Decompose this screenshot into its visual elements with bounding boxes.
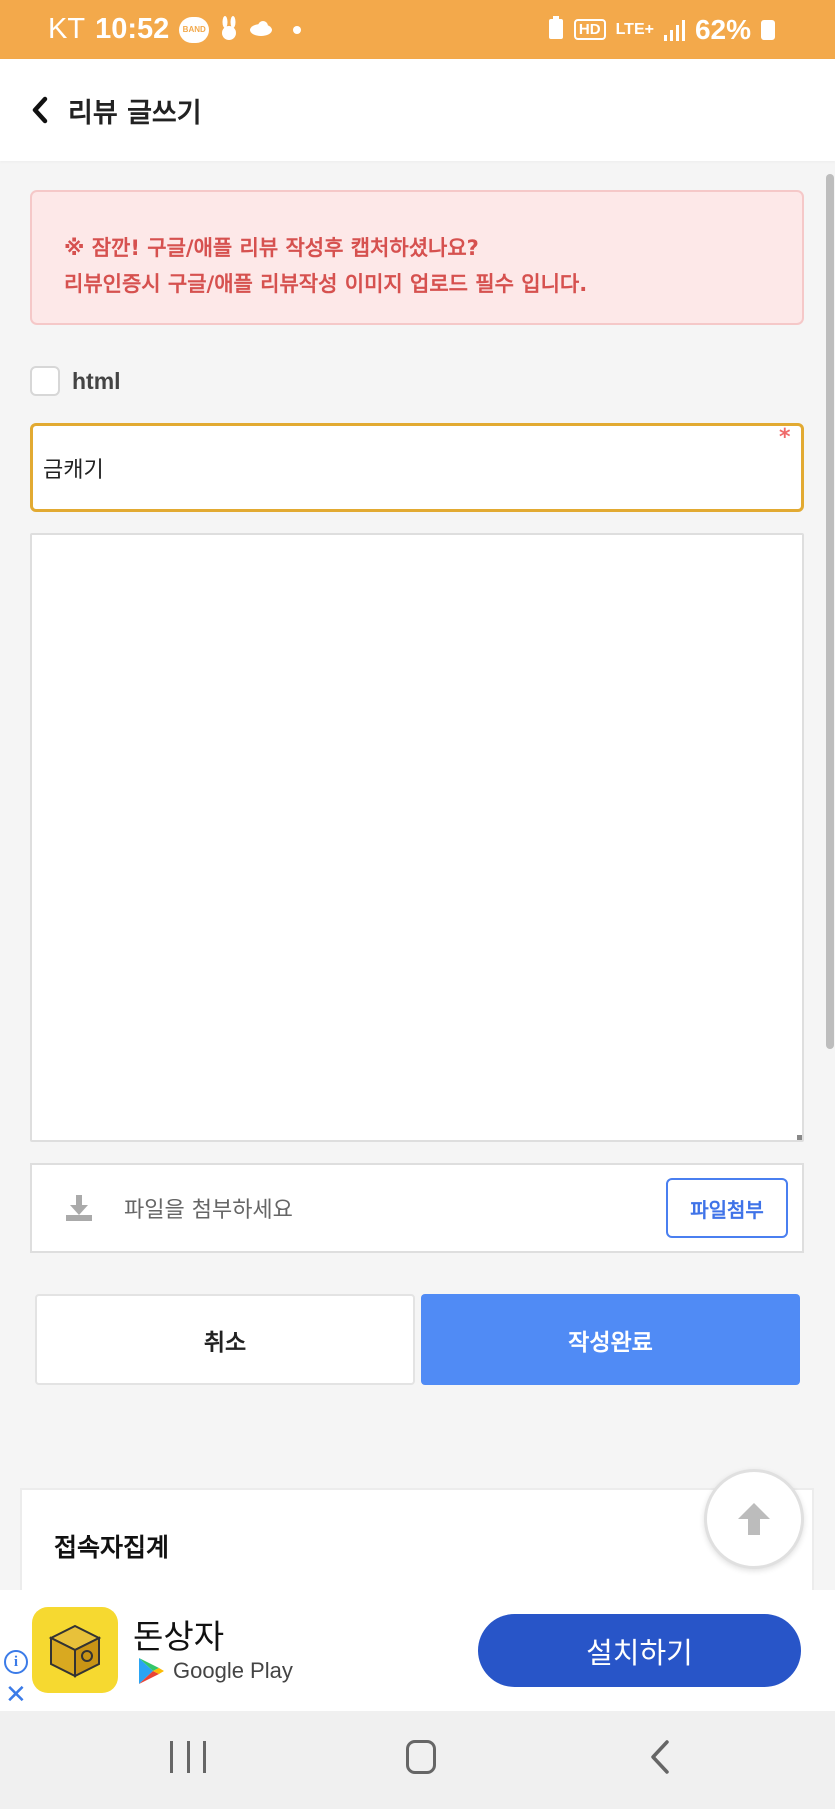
page-scrollbar[interactable] bbox=[826, 174, 834, 1049]
battery-icon bbox=[761, 19, 775, 40]
cloud-icon bbox=[249, 20, 273, 40]
required-mark: * bbox=[779, 425, 791, 450]
attach-file-button[interactable]: 파일첨부 bbox=[666, 1178, 788, 1238]
content-textarea[interactable] bbox=[30, 533, 804, 1142]
system-nav-bar bbox=[0, 1711, 835, 1809]
ad-banner[interactable]: i ✕ 돈상자 Google Play 설치하기 bbox=[0, 1590, 835, 1711]
notice-line-2: 리뷰인증시 구글/애플 리뷰작성 이미지 업로드 필수 입니다. bbox=[64, 272, 588, 296]
notice-line-1: ※ 잠깐! 구글/애플 리뷰 작성후 캡처하셨나요? bbox=[64, 236, 479, 260]
ad-app-icon[interactable] bbox=[32, 1607, 118, 1693]
ad-install-button[interactable]: 설치하기 bbox=[478, 1614, 801, 1687]
cancel-button[interactable]: 취소 bbox=[35, 1294, 415, 1385]
back-arrow-icon[interactable] bbox=[30, 95, 54, 125]
ad-app-name: 돈상자 bbox=[133, 1617, 225, 1656]
google-play-icon bbox=[139, 1658, 164, 1684]
notification-dot-icon bbox=[293, 25, 302, 34]
arrow-up-icon bbox=[738, 1503, 770, 1535]
battery-saver-icon bbox=[548, 15, 564, 44]
hd-voice-icon: HD bbox=[573, 19, 606, 40]
home-icon[interactable] bbox=[406, 1740, 436, 1774]
recent-apps-icon[interactable] bbox=[170, 1741, 206, 1773]
submit-button[interactable]: 작성완료 bbox=[421, 1294, 800, 1385]
nav-back-icon[interactable] bbox=[645, 1739, 675, 1775]
status-bar: KT 10:52 BAND HD LTE+ 62% bbox=[0, 0, 835, 59]
html-checkbox-label: html bbox=[72, 367, 121, 394]
file-placeholder[interactable]: 파일을 첨부하세요 bbox=[124, 1192, 666, 1224]
battery-percent: 62% bbox=[694, 13, 751, 45]
file-attach-row: 파일을 첨부하세요 파일첨부 bbox=[30, 1163, 804, 1253]
page-title: 리뷰 글쓰기 bbox=[68, 97, 202, 129]
carrier-label: KT bbox=[48, 13, 86, 45]
status-time: 10:52 bbox=[95, 13, 170, 45]
lte-icon: LTE+ bbox=[615, 20, 654, 38]
download-icon bbox=[64, 1193, 94, 1223]
html-option: html bbox=[30, 366, 121, 396]
rabbit-icon bbox=[219, 15, 239, 45]
ad-store-label: Google Play bbox=[173, 1658, 293, 1683]
title-input[interactable] bbox=[30, 423, 804, 512]
html-checkbox[interactable] bbox=[30, 366, 60, 396]
textarea-resize-handle[interactable] bbox=[797, 1135, 802, 1140]
ad-close-icon[interactable]: ✕ bbox=[5, 1682, 27, 1708]
visitor-stats-title: 접속자집계 bbox=[54, 1533, 170, 1562]
ad-info-icon[interactable]: i bbox=[4, 1650, 28, 1674]
notice-box: ※ 잠깐! 구글/애플 리뷰 작성후 캡처하셨나요? 리뷰인증시 구글/애플 리… bbox=[30, 190, 804, 325]
scroll-to-top-button[interactable] bbox=[704, 1469, 804, 1569]
band-icon: BAND bbox=[179, 16, 210, 43]
app-header: 리뷰 글쓰기 bbox=[0, 59, 835, 161]
signal-icon bbox=[663, 19, 685, 41]
ad-store: Google Play bbox=[137, 1656, 293, 1686]
